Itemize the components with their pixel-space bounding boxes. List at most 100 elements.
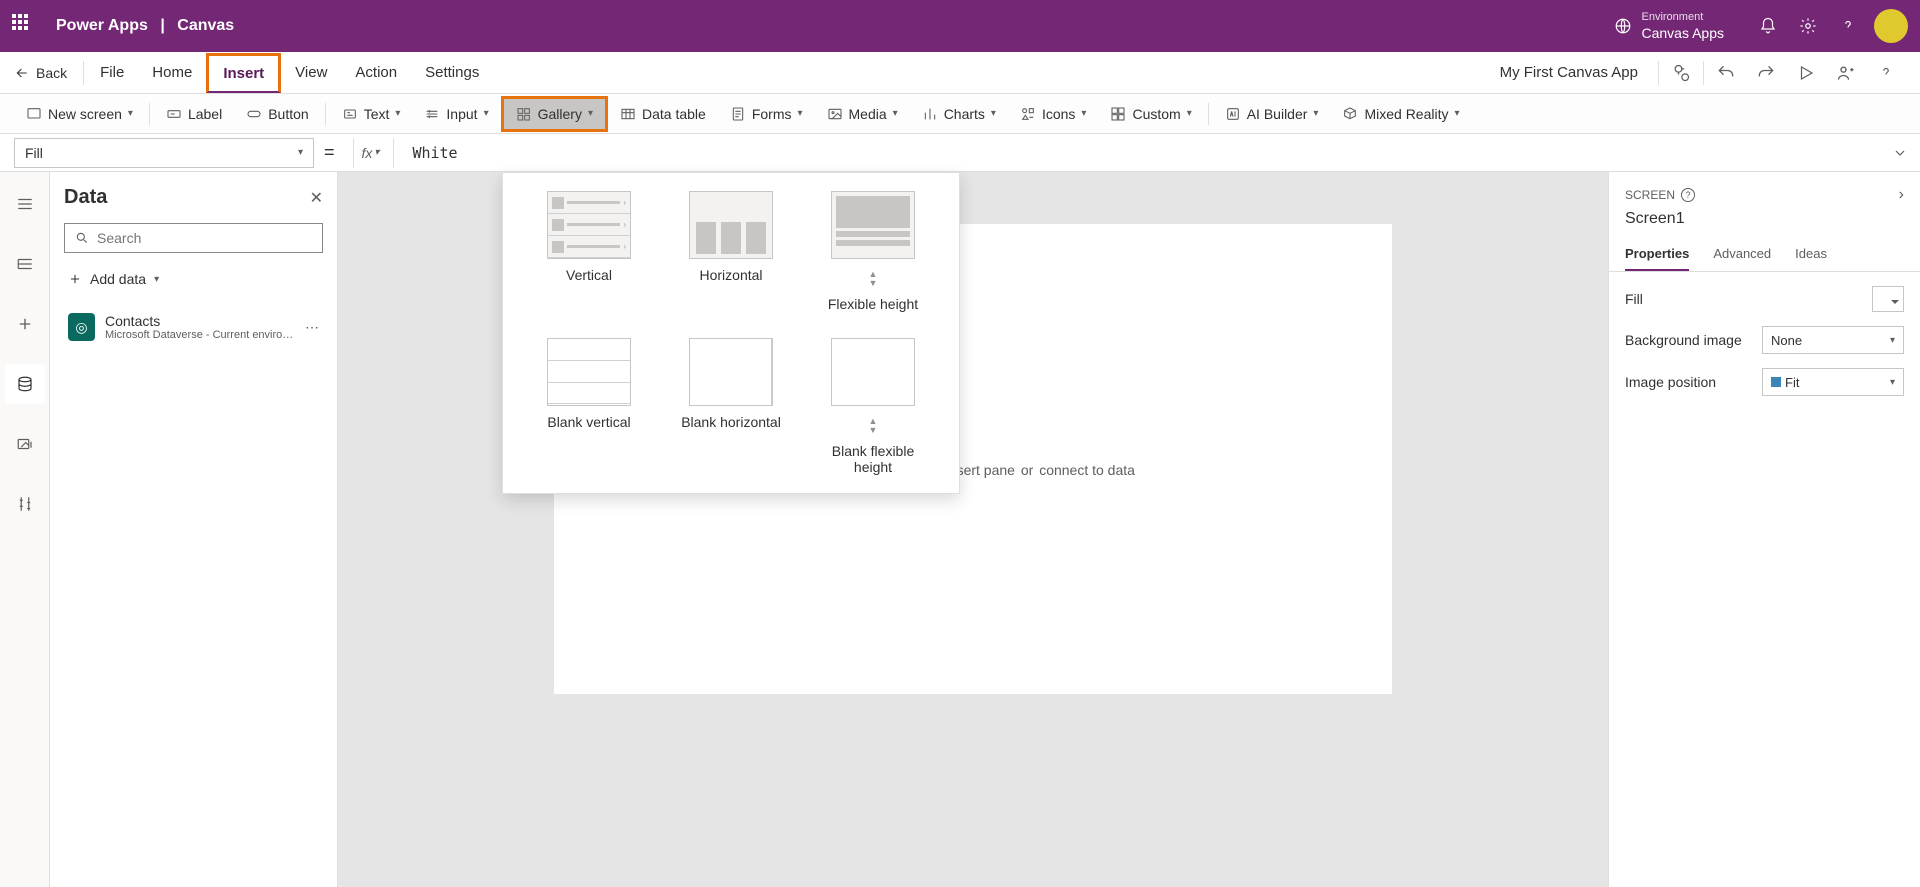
fill-color-picker[interactable] bbox=[1872, 286, 1904, 312]
charts-label: Charts bbox=[944, 106, 985, 122]
redo-icon[interactable] bbox=[1746, 53, 1786, 93]
tab-ideas[interactable]: Ideas bbox=[1795, 238, 1827, 271]
fx-label[interactable]: fx ▾ bbox=[362, 145, 380, 161]
gallery-thumb-blank-vertical bbox=[547, 338, 631, 406]
data-table-label: Data table bbox=[642, 106, 706, 122]
data-icon[interactable] bbox=[5, 364, 45, 404]
gallery-option-horizontal[interactable]: Horizontal bbox=[669, 191, 793, 312]
menu-home[interactable]: Home bbox=[138, 55, 206, 90]
gallery-option-vertical[interactable]: › › › Vertical bbox=[527, 191, 651, 312]
equals-sign: = bbox=[324, 142, 335, 163]
body: Data ✕ Add data ▾ ◎ Contacts Microsoft D… bbox=[0, 172, 1920, 887]
gallery-icon bbox=[516, 106, 532, 122]
dataverse-icon: ◎ bbox=[68, 313, 95, 341]
waffle-menu-icon[interactable] bbox=[12, 14, 36, 38]
bg-image-select[interactable]: None ▾ bbox=[1762, 326, 1904, 354]
gallery-button[interactable]: Gallery ▾ bbox=[501, 96, 608, 132]
forms-button[interactable]: Forms ▾ bbox=[718, 99, 815, 129]
menu-file[interactable]: File bbox=[86, 55, 138, 90]
search-icon bbox=[75, 231, 89, 245]
flex-arrows-icon: ▲▼ bbox=[869, 417, 878, 435]
gallery-option-label: Blank horizontal bbox=[681, 414, 781, 430]
brand-left[interactable]: Power Apps bbox=[56, 17, 148, 34]
img-pos-select[interactable]: Fit ▾ bbox=[1762, 368, 1904, 396]
datasource-item[interactable]: ◎ Contacts Microsoft Dataverse - Current… bbox=[64, 305, 323, 349]
icons-label: Icons bbox=[1042, 106, 1075, 122]
media-rail-icon[interactable] bbox=[5, 424, 45, 464]
label-button[interactable]: Label bbox=[154, 99, 234, 129]
bg-image-value: None bbox=[1771, 333, 1802, 348]
new-screen-button[interactable]: New screen ▾ bbox=[14, 99, 145, 129]
chevron-right-icon[interactable]: › bbox=[1899, 186, 1904, 204]
new-screen-label: New screen bbox=[48, 106, 122, 122]
data-table-button[interactable]: Data table bbox=[608, 99, 718, 129]
share-icon[interactable] bbox=[1826, 53, 1866, 93]
mixed-reality-button[interactable]: Mixed Reality ▾ bbox=[1330, 99, 1471, 129]
search-box[interactable] bbox=[64, 223, 323, 253]
tree-view-icon[interactable] bbox=[5, 244, 45, 284]
chevron-down-icon: ▾ bbox=[893, 108, 898, 119]
ai-builder-label: AI Builder bbox=[1247, 106, 1308, 122]
help-icon[interactable] bbox=[1866, 53, 1906, 93]
formula-expand-icon[interactable] bbox=[1880, 145, 1920, 161]
menu-insert[interactable]: Insert bbox=[206, 53, 281, 93]
gallery-option-label: Horizontal bbox=[699, 267, 762, 283]
input-button[interactable]: Input ▾ bbox=[412, 99, 500, 129]
insert-plus-icon[interactable] bbox=[5, 304, 45, 344]
undo-icon[interactable] bbox=[1706, 53, 1746, 93]
formula-bar: Fill ▾ = fx ▾ White bbox=[0, 134, 1920, 172]
brand: Power Apps | Canvas bbox=[56, 17, 234, 35]
chevron-down-icon: ▾ bbox=[1890, 335, 1895, 346]
formula-divider bbox=[353, 138, 354, 168]
screen-name[interactable]: Screen1 bbox=[1609, 210, 1920, 238]
connect-to-data-link[interactable]: connect to data bbox=[1039, 462, 1135, 478]
ai-icon bbox=[1225, 106, 1241, 122]
text-button[interactable]: Text ▾ bbox=[330, 99, 413, 129]
tools-rail-icon[interactable] bbox=[5, 484, 45, 524]
close-icon[interactable]: ✕ bbox=[310, 188, 323, 208]
menu-settings[interactable]: Settings bbox=[411, 55, 493, 90]
ribbon-divider bbox=[325, 103, 326, 125]
play-preview-icon[interactable] bbox=[1786, 53, 1826, 93]
user-avatar[interactable] bbox=[1874, 9, 1908, 43]
media-button[interactable]: Media ▾ bbox=[815, 99, 910, 129]
tab-advanced[interactable]: Advanced bbox=[1713, 238, 1771, 271]
img-pos-value: Fit bbox=[1785, 375, 1799, 390]
add-data-button[interactable]: Add data ▾ bbox=[64, 265, 323, 293]
button-button[interactable]: Button bbox=[234, 99, 320, 129]
chevron-down-icon: ▾ bbox=[1890, 377, 1895, 388]
add-data-label: Add data bbox=[90, 271, 146, 287]
app-checker-icon[interactable] bbox=[1661, 53, 1701, 93]
chevron-down-icon: ▾ bbox=[1081, 108, 1086, 119]
ai-builder-button[interactable]: AI Builder ▾ bbox=[1213, 99, 1331, 129]
menu-action[interactable]: Action bbox=[341, 55, 411, 90]
back-button[interactable]: Back bbox=[14, 65, 67, 81]
notifications-icon[interactable] bbox=[1748, 6, 1788, 46]
placeholder-or: or bbox=[1021, 462, 1033, 478]
charts-button[interactable]: Charts ▾ bbox=[910, 99, 1008, 129]
icons-button[interactable]: Icons ▾ bbox=[1008, 99, 1099, 129]
tab-properties[interactable]: Properties bbox=[1625, 238, 1689, 271]
gallery-option-blank-vertical[interactable]: Blank vertical bbox=[527, 338, 651, 475]
menu-divider bbox=[1658, 61, 1659, 85]
button-label: Button bbox=[268, 106, 308, 122]
settings-gear-icon[interactable] bbox=[1788, 6, 1828, 46]
formula-input[interactable]: White bbox=[402, 144, 1880, 162]
environment-picker[interactable]: Environment Canvas Apps bbox=[1614, 10, 1725, 42]
gallery-option-blank-horizontal[interactable]: Blank horizontal bbox=[669, 338, 793, 475]
custom-button[interactable]: Custom ▾ bbox=[1098, 99, 1203, 129]
help-icon[interactable] bbox=[1828, 6, 1868, 46]
bg-image-label: Background image bbox=[1625, 332, 1742, 348]
info-icon[interactable]: ? bbox=[1681, 188, 1695, 202]
gallery-option-flexible-height[interactable]: ▲▼ Flexible height bbox=[811, 191, 935, 312]
chevron-down-icon: ▾ bbox=[484, 108, 489, 119]
search-input[interactable] bbox=[97, 230, 312, 246]
more-icon[interactable]: ⋯ bbox=[305, 319, 319, 336]
property-dropdown[interactable]: Fill ▾ bbox=[14, 138, 314, 168]
chevron-down-icon: ▾ bbox=[588, 108, 593, 119]
screen-icon bbox=[26, 106, 42, 122]
menu-view[interactable]: View bbox=[281, 55, 341, 90]
gallery-option-blank-flexible[interactable]: ▲▼ Blank flexible height bbox=[811, 338, 935, 475]
chevron-down-icon: ▾ bbox=[991, 108, 996, 119]
hamburger-icon[interactable] bbox=[5, 184, 45, 224]
